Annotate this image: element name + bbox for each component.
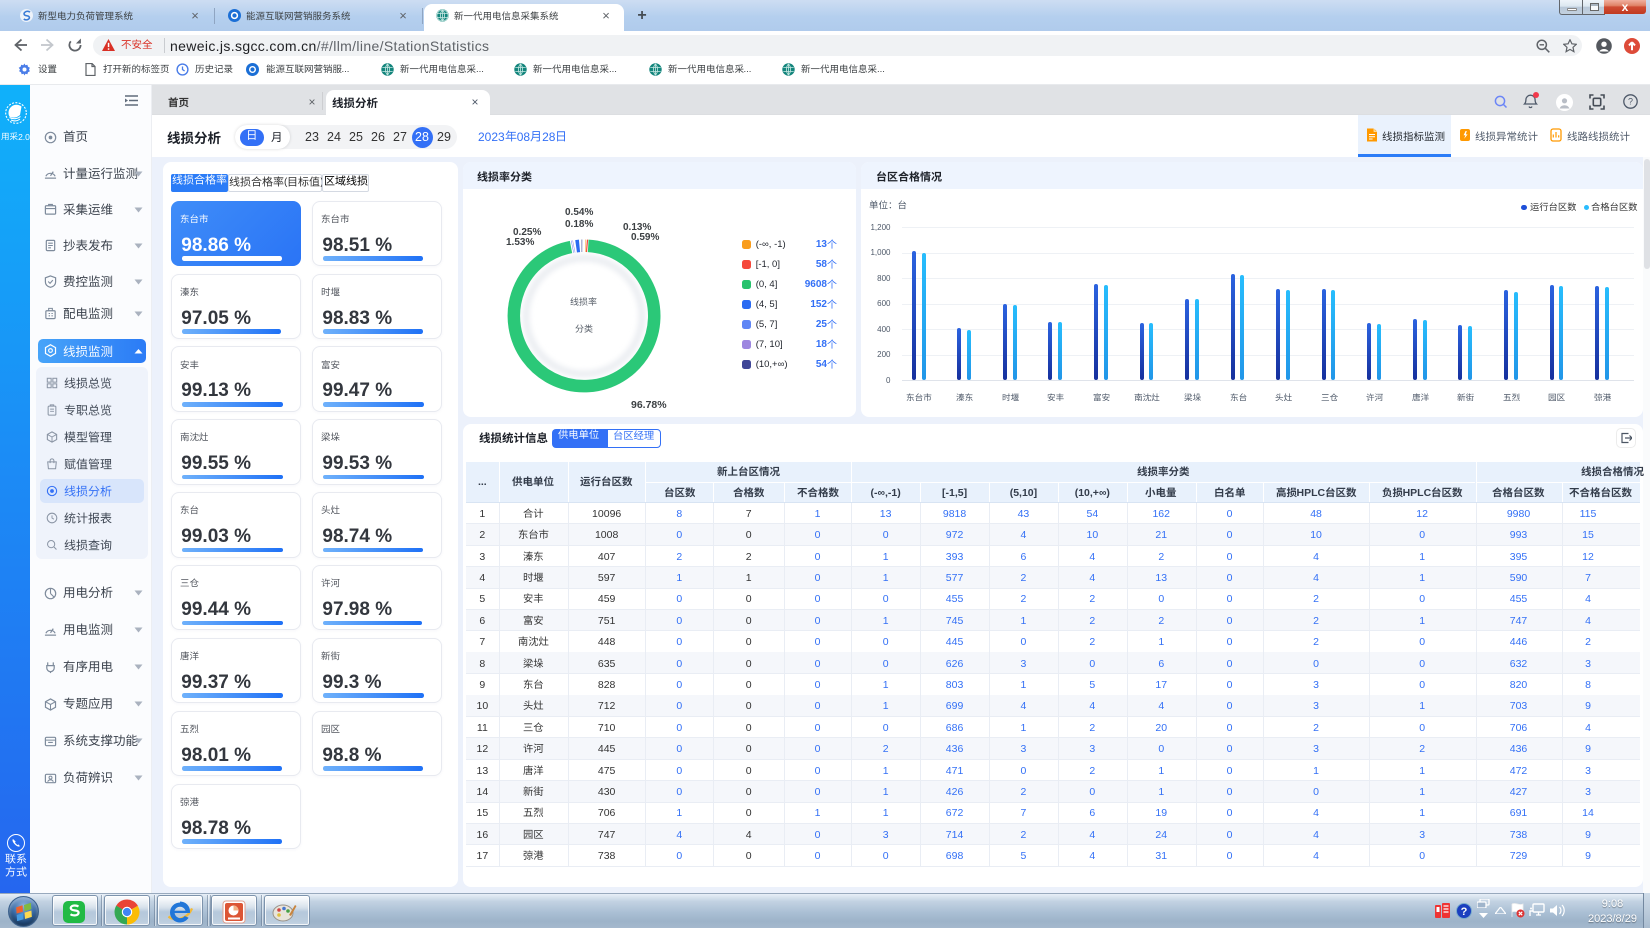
svg-text:?: ? — [1461, 906, 1468, 918]
svg-text:?: ? — [1628, 97, 1633, 107]
